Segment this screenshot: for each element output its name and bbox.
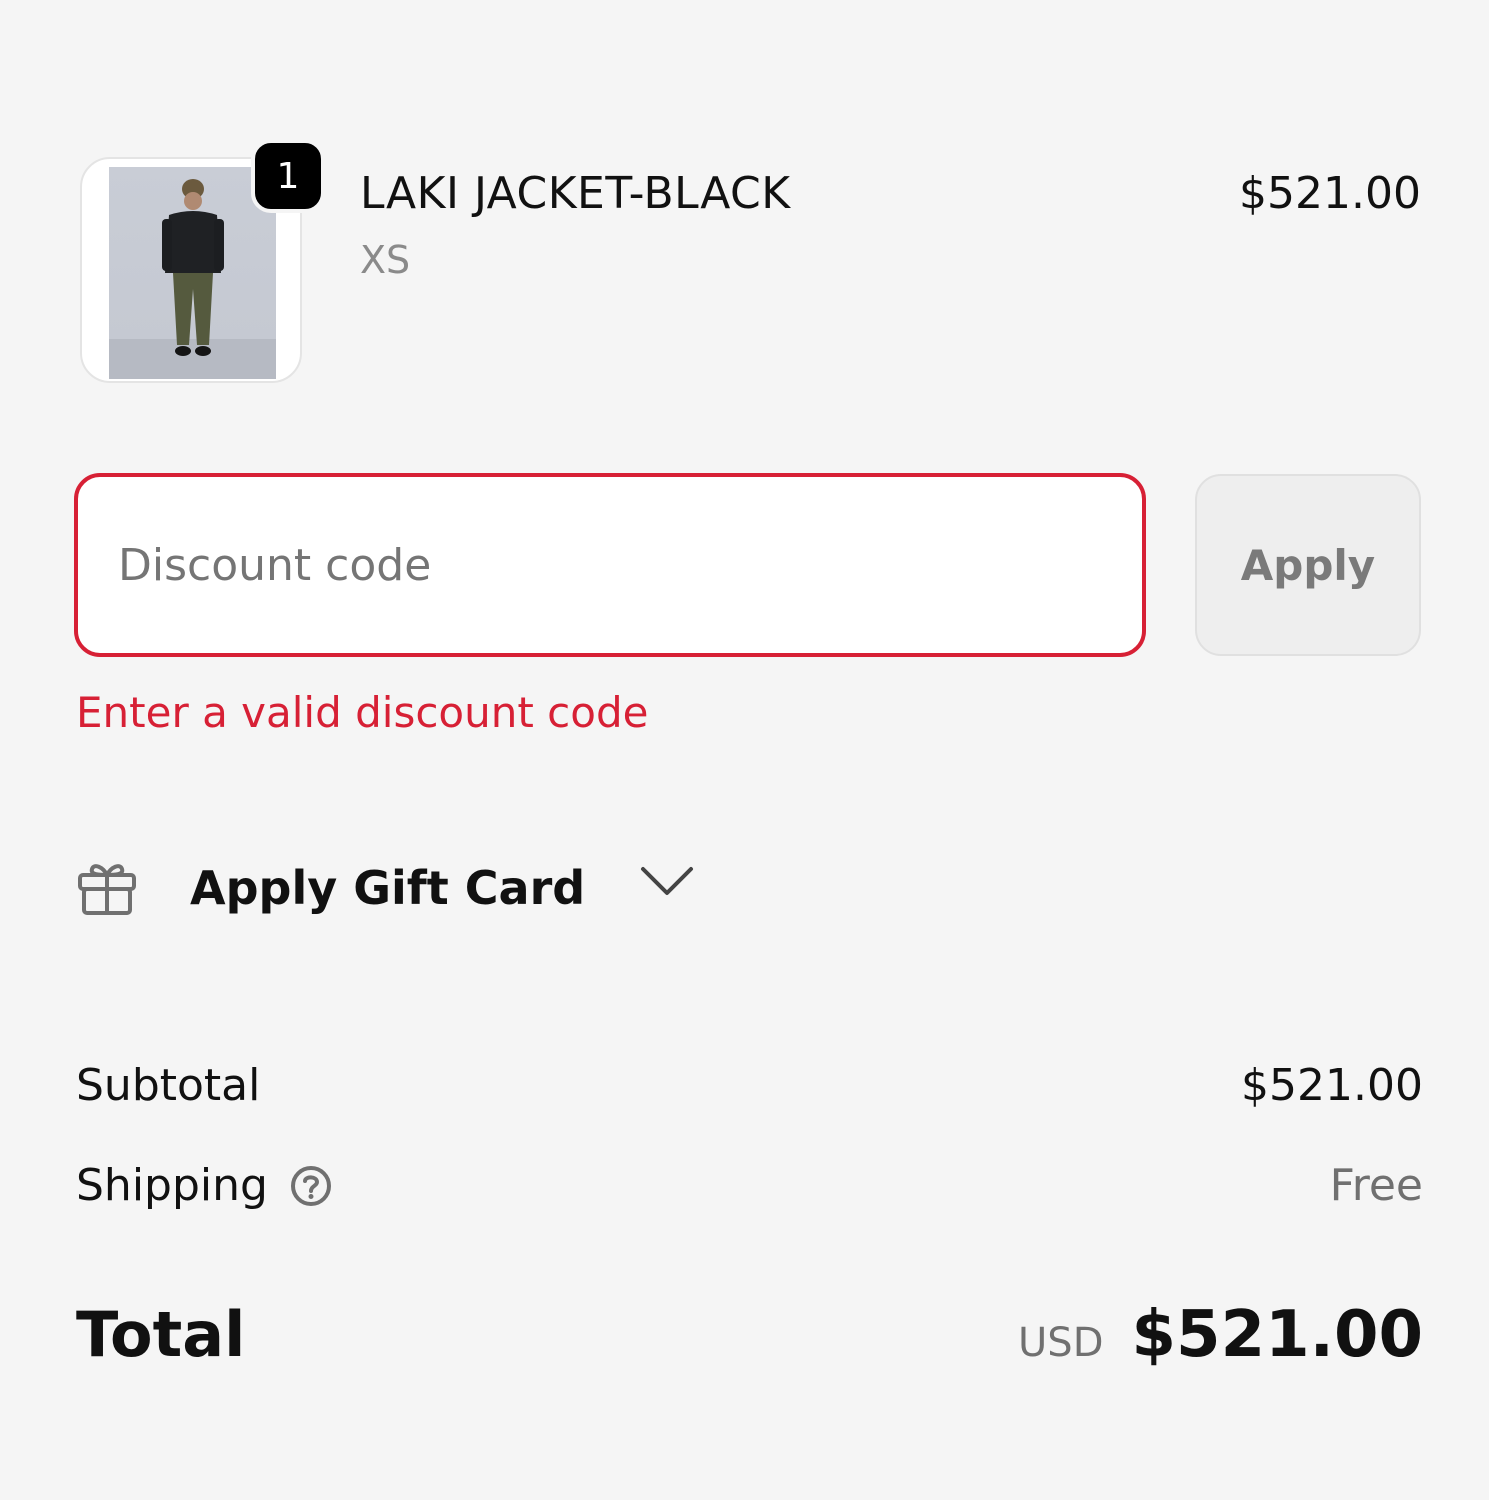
product-variant: XS [360, 238, 411, 282]
quantity-badge: 1 [251, 139, 325, 213]
total-value-group: USD $521.00 [1018, 1298, 1423, 1372]
shipping-row-label: Shipping [76, 1160, 332, 1211]
product-name: LAKI JACKET-BLACK [360, 168, 791, 219]
discount-error-message: Enter a valid discount code [76, 688, 649, 737]
discount-code-input[interactable] [118, 477, 1098, 653]
discount-field [74, 473, 1146, 657]
help-icon[interactable] [290, 1165, 332, 1207]
apply-gift-card-toggle[interactable]: Apply Gift Card [76, 848, 695, 928]
apply-discount-button[interactable]: Apply [1195, 474, 1421, 656]
gift-card-label: Apply Gift Card [190, 861, 586, 915]
total-amount: $521.00 [1131, 1298, 1424, 1372]
currency-code: USD [1018, 1320, 1104, 1366]
subtotal-label: Subtotal [76, 1060, 261, 1111]
shipping-label: Shipping [76, 1160, 268, 1211]
chevron-down-icon [641, 867, 694, 895]
shipping-value: Free [1329, 1160, 1423, 1211]
subtotal-value: $521.00 [1241, 1060, 1423, 1111]
gift-icon [78, 864, 136, 915]
total-label: Total [76, 1298, 246, 1371]
product-price: $521.00 [1239, 168, 1421, 219]
